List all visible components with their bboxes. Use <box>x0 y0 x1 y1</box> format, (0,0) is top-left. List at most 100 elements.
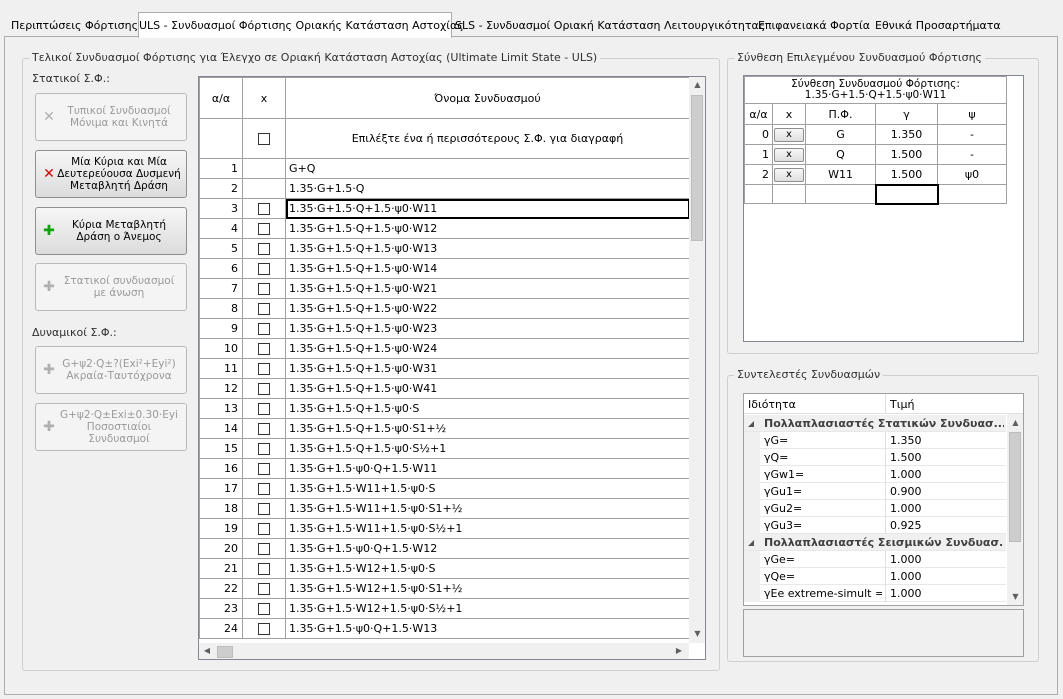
wind-main-variable-button[interactable]: ✚ Κύρια Μεταβλητή Δράση ο Άνεμος <box>35 207 187 255</box>
row-checkbox-cell[interactable] <box>242 518 286 539</box>
tab-national-annexes[interactable]: Εθνικά Προσαρτήματα <box>874 14 1001 37</box>
composition-row[interactable]: 1 x Q 1.500- <box>744 144 1008 165</box>
row-combination-name[interactable]: 1.35·G+1.5·W12+1.5·ψ0·S1+½ <box>285 578 690 599</box>
row-checkbox[interactable] <box>258 443 270 455</box>
comp-row-gamma[interactable]: 1.350 <box>875 124 938 145</box>
row-combination-name[interactable]: 1.35·G+1.5·Q+1.5·ψ0·W21 <box>285 278 690 299</box>
composition-row[interactable]: 2 x W11 1.500 ψ0 <box>744 164 1008 185</box>
percentage-combinations-button[interactable]: ✚ G+ψ2·Q±Exi±0.30·Eyi Ποσοστιαίοι Συνδυα… <box>35 403 187 451</box>
combination-row[interactable]: 24 1.35·G+1.5·ψ0·Q+1.5·W13 <box>199 618 690 639</box>
row-combination-name[interactable]: 1.35·G+1.5·Q+1.5·ψ0·W12 <box>285 218 690 239</box>
row-combination-name[interactable]: 1.35·G+1.5·Q <box>285 178 690 199</box>
combination-row[interactable]: 16 1.35·G+1.5·ψ0·Q+1.5·W11 <box>199 458 690 479</box>
row-combination-name[interactable]: 1.35·G+1.5·Q+1.5·ψ0·W14 <box>285 258 690 279</box>
row-checkbox-cell[interactable] <box>242 218 286 239</box>
new-row-psi[interactable] <box>936 184 1008 204</box>
row-checkbox-cell[interactable] <box>242 498 286 519</box>
remove-button[interactable]: x <box>774 128 804 142</box>
row-combination-name[interactable]: 1.35·G+1.5·ψ0·Q+1.5·W11 <box>285 458 690 479</box>
comp-row-psi[interactable]: - <box>936 124 1008 145</box>
combination-row[interactable]: 21 1.35·G+1.5·W12+1.5·ψ0·S <box>199 558 690 579</box>
property-row[interactable]: γGe= 1.000 <box>744 551 1006 568</box>
row-checkbox-cell[interactable] <box>242 598 286 619</box>
row-checkbox[interactable] <box>258 303 270 315</box>
combination-row[interactable]: 13 1.35·G+1.5·Q+1.5·ψ0·S <box>199 398 690 419</box>
combination-row[interactable]: 2 1.35·G+1.5·Q <box>199 178 690 199</box>
collapse-icon[interactable]: ◢ <box>748 419 754 428</box>
tab-load-cases[interactable]: Περιπτώσεις Φόρτισης <box>10 14 138 37</box>
row-checkbox-cell[interactable] <box>242 398 286 419</box>
combination-row[interactable]: 17 1.35·G+1.5·W11+1.5·ψ0·S <box>199 478 690 499</box>
row-checkbox[interactable] <box>258 343 270 355</box>
property-vscrollbar[interactable]: ▲ ▼ <box>1007 414 1023 605</box>
scroll-down-arrow-icon[interactable]: ▼ <box>1007 592 1023 601</box>
combination-row[interactable]: 9 1.35·G+1.5·Q+1.5·ψ0·W23 <box>199 318 690 339</box>
comp-row-load-case[interactable]: Q <box>805 144 876 165</box>
comp-row-psi[interactable]: ψ0 <box>936 164 1008 185</box>
row-checkbox[interactable] <box>258 243 270 255</box>
comp-row-load-case[interactable]: W11 <box>805 164 876 185</box>
row-checkbox-cell[interactable] <box>242 578 286 599</box>
combination-row[interactable]: 8 1.35·G+1.5·Q+1.5·ψ0·W22 <box>199 298 690 319</box>
new-row-gamma-editing[interactable] <box>874 183 939 205</box>
row-checkbox[interactable] <box>258 583 270 595</box>
row-combination-name[interactable]: 1.35·G+1.5·Q+1.5·ψ0·W22 <box>285 298 690 319</box>
scroll-thumb[interactable] <box>1009 432 1021 542</box>
combinations-grid[interactable]: α/α x Όνομα Συνδυασμού Επιλέξτε ένα ή πε… <box>198 76 706 660</box>
row-combination-name[interactable]: 1.35·G+1.5·Q+1.5·ψ0·W24 <box>285 338 690 359</box>
combination-row[interactable]: 19 1.35·G+1.5·W11+1.5·ψ0·S½+1 <box>199 518 690 539</box>
row-checkbox-cell[interactable] <box>242 358 286 379</box>
combination-row[interactable]: 14 1.35·G+1.5·Q+1.5·ψ0·S1+½ <box>199 418 690 439</box>
row-checkbox[interactable] <box>258 463 270 475</box>
combinations-hscrollbar[interactable]: ◀ ▶ <box>199 643 689 659</box>
row-checkbox[interactable] <box>258 603 270 615</box>
property-row[interactable]: γGu2= 1.000 <box>744 500 1006 517</box>
combination-row[interactable]: 20 1.35·G+1.5·ψ0·Q+1.5·W12 <box>199 538 690 559</box>
property-grid[interactable]: Ιδιότητα Τιμή ◢ Πολλαπλασιαστές Στατικών … <box>743 393 1024 606</box>
row-checkbox[interactable] <box>258 423 270 435</box>
scroll-down-arrow-icon[interactable]: ▼ <box>689 629 705 638</box>
combination-row[interactable]: 7 1.35·G+1.5·Q+1.5·ψ0·W21 <box>199 278 690 299</box>
row-checkbox[interactable] <box>258 623 270 635</box>
row-checkbox-cell[interactable] <box>242 178 286 199</box>
scroll-left-arrow-icon[interactable]: ◀ <box>203 646 211 655</box>
row-checkbox[interactable] <box>258 403 270 415</box>
col-x[interactable]: x <box>772 103 806 125</box>
row-checkbox[interactable] <box>258 483 270 495</box>
row-checkbox[interactable] <box>258 203 270 215</box>
row-combination-name[interactable]: 1.35·G+1.5·Q+1.5·ψ0·W31 <box>285 358 690 379</box>
new-row-load-case[interactable] <box>805 184 876 204</box>
uplift-combinations-button[interactable]: ✚ Στατικοί συνδυασμοί με άνωση <box>35 263 187 311</box>
property-row[interactable]: γGu1= 0.900 <box>744 483 1006 500</box>
combination-row[interactable]: 11 1.35·G+1.5·Q+1.5·ψ0·W31 <box>199 358 690 379</box>
header-value[interactable]: Τιμή <box>890 398 914 411</box>
combination-row[interactable]: 1 G+Q <box>199 158 690 179</box>
row-checkbox[interactable] <box>258 363 270 375</box>
row-checkbox[interactable] <box>258 523 270 535</box>
row-checkbox-cell[interactable] <box>242 158 286 179</box>
row-combination-name[interactable]: 1.35·G+1.5·ψ0·Q+1.5·W12 <box>285 538 690 559</box>
row-combination-name[interactable]: 1.35·G+1.5·W11+1.5·ψ0·S <box>285 478 690 499</box>
property-value[interactable]: 1.000 <box>890 570 922 583</box>
new-row-index[interactable] <box>744 184 773 204</box>
combination-row[interactable]: 12 1.35·G+1.5·Q+1.5·ψ0·W41 <box>199 378 690 399</box>
property-value[interactable]: 1.500 <box>890 451 922 464</box>
combination-row[interactable]: 18 1.35·G+1.5·W11+1.5·ψ0·S1+½ <box>199 498 690 519</box>
combination-row[interactable]: 3 1.35·G+1.5·Q+1.5·ψ0·W11 <box>199 198 690 219</box>
row-combination-name[interactable]: 1.35·G+1.5·Q+1.5·ψ0·W41 <box>285 378 690 399</box>
comp-row-psi[interactable]: - <box>936 144 1008 165</box>
row-combination-name[interactable]: 1.35·G+1.5·Q+1.5·ψ0·W11 <box>285 198 690 219</box>
composition-grid[interactable]: Σύνθεση Συνδυασμού Φόρτισης: 1.35·G+1.5·… <box>743 75 1024 342</box>
combination-row[interactable]: 22 1.35·G+1.5·W12+1.5·ψ0·S1+½ <box>199 578 690 599</box>
row-checkbox[interactable] <box>258 503 270 515</box>
row-checkbox-cell[interactable] <box>242 258 286 279</box>
comp-row-load-case[interactable]: G <box>805 124 876 145</box>
comp-row-gamma[interactable]: 1.500 <box>875 144 938 165</box>
row-checkbox[interactable] <box>258 283 270 295</box>
comp-row-remove-cell[interactable]: x <box>772 124 806 145</box>
property-row[interactable]: γQe= 1.000 <box>744 568 1006 585</box>
row-combination-name[interactable]: 1.35·G+1.5·Q+1.5·ψ0·S½+1 <box>285 438 690 459</box>
select-all-checkbox[interactable] <box>258 133 270 145</box>
col-index[interactable]: α/α <box>744 103 773 125</box>
row-checkbox-cell[interactable] <box>242 198 286 219</box>
